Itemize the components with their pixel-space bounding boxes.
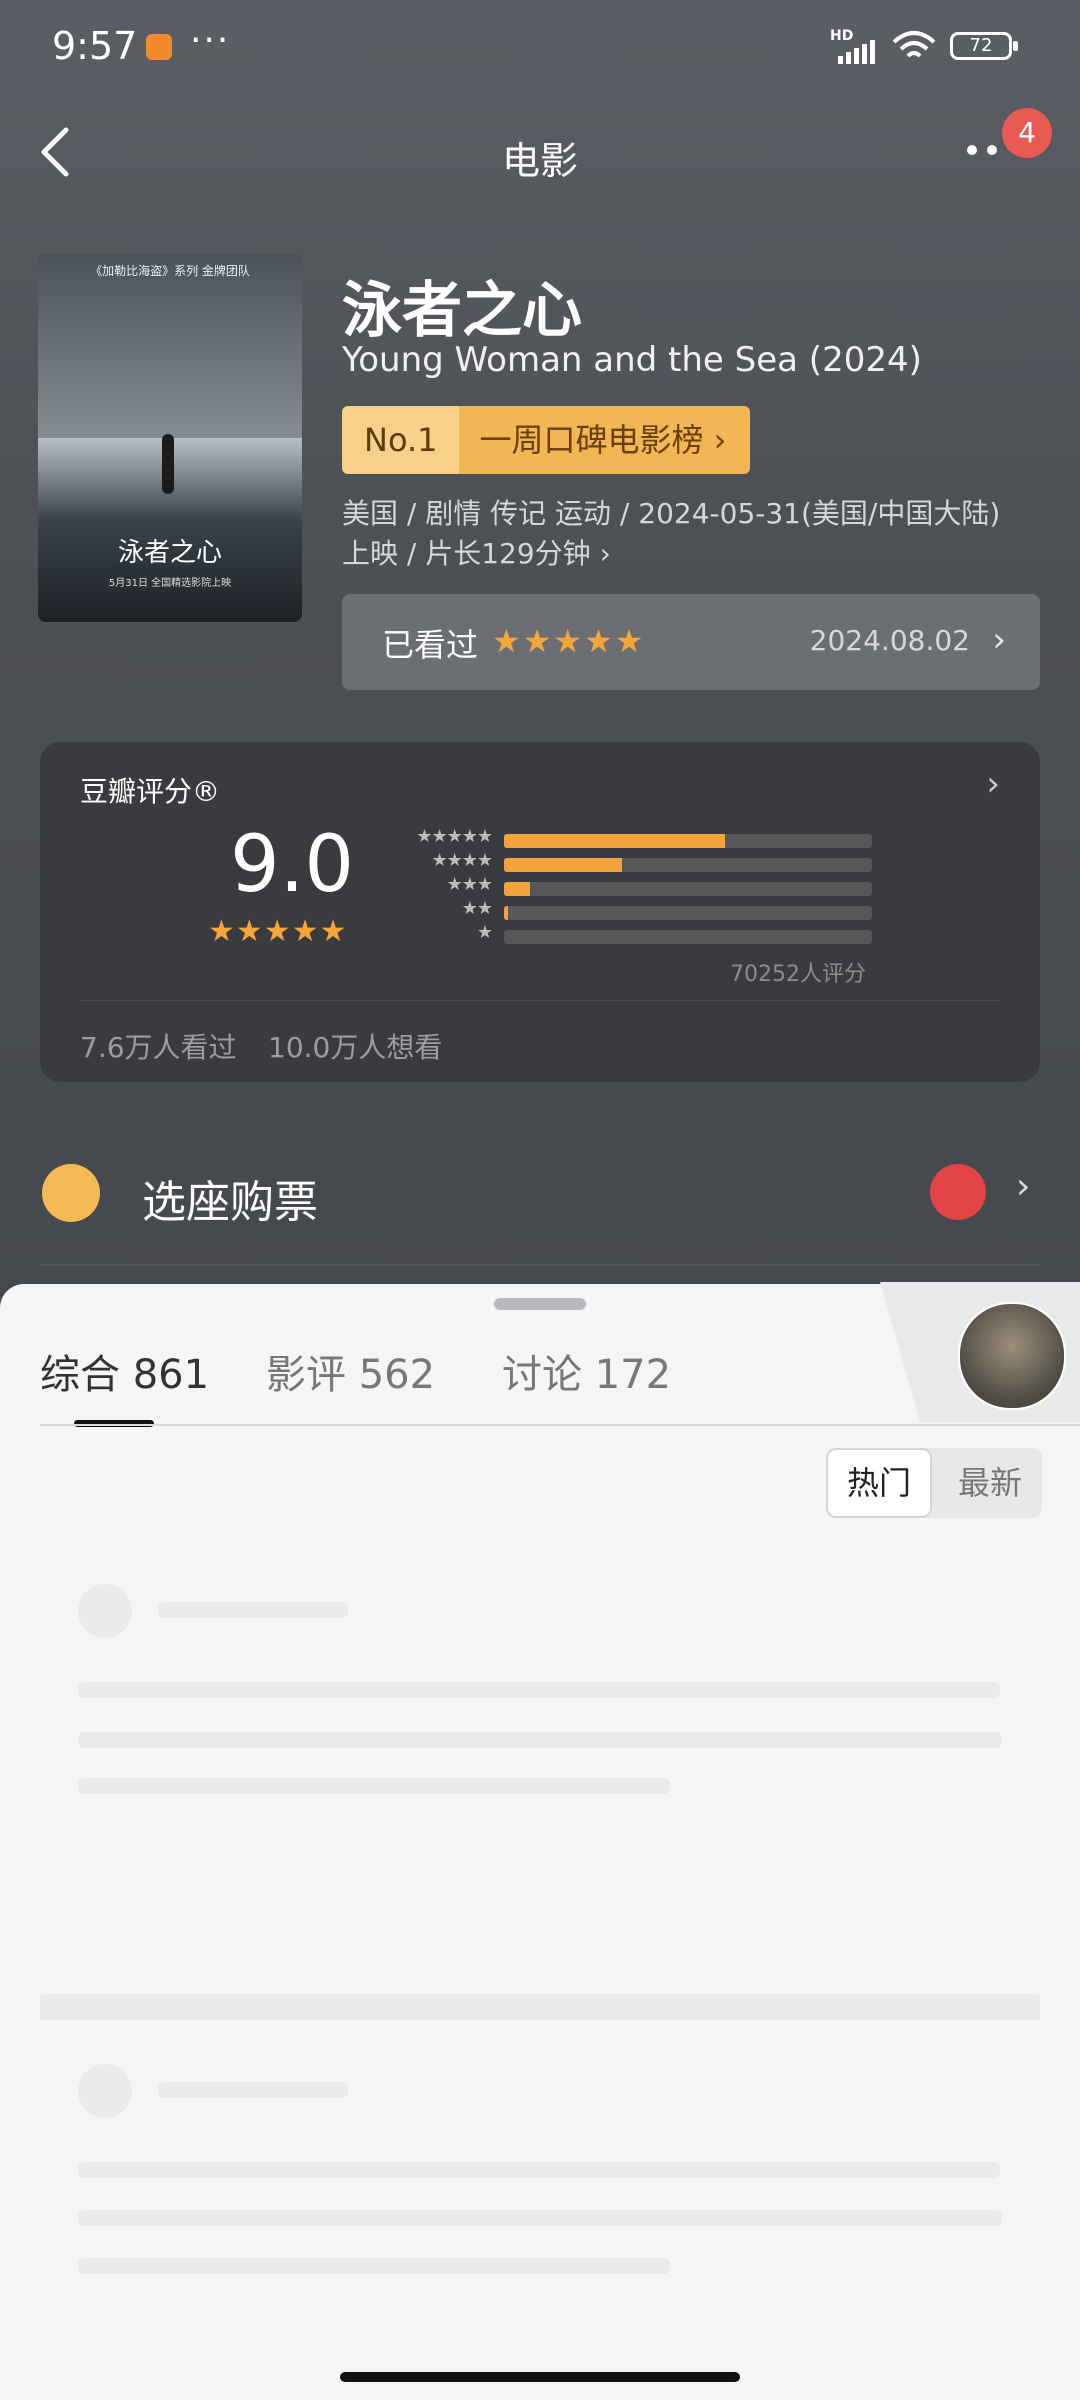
douban-rating-card[interactable]: 豆瓣评分® › 9.0 ★★★★★ ★★★★★ ★★★★ ★★★ ★★ ★ 70… [40, 742, 1040, 1082]
movie-poster[interactable]: 《加勒比海盗》系列 金牌团队 泳者之心 5月31日 全国精选影院上映 [38, 254, 302, 622]
divider [80, 1000, 1000, 1001]
skeleton-line [78, 1732, 1002, 1748]
ranking-badge[interactable]: No.1 一周口碑电影榜 › [342, 406, 751, 474]
rating-stars: ★★★★★ [208, 914, 348, 949]
signal-icon [838, 40, 875, 64]
status-more-dots: ··· [190, 20, 231, 61]
tab-label: 综合 861 [40, 1352, 210, 1398]
rating-bar-fill [504, 906, 508, 920]
watched-status-card[interactable]: 已看过 ★★★★★ 2024.08.02 › [342, 594, 1040, 690]
drag-handle[interactable] [494, 1298, 586, 1310]
rating-bar [504, 834, 872, 848]
rating-count: 70252人评分 [730, 962, 866, 987]
sort-hot-button[interactable]: 热门 [826, 1448, 932, 1518]
skeleton-line [158, 1602, 348, 1618]
rating-row: ★ [390, 922, 872, 950]
row-stars: ★ [476, 922, 493, 943]
skeleton-avatar [78, 2064, 132, 2118]
rating-bar [504, 906, 872, 920]
chevron-right-icon: › [1016, 1166, 1031, 1207]
chevron-right-icon: › [992, 620, 1006, 660]
status-time: 9:57 [52, 24, 138, 68]
buy-tickets-row[interactable]: 选座购票 › [0, 1140, 1080, 1266]
rating-bar [504, 930, 872, 944]
row-stars: ★★★★ [431, 850, 493, 871]
buy-tickets-label: 选座购票 [142, 1177, 318, 1228]
watched-label: 已看过 [382, 626, 479, 664]
mi-app-icon [146, 34, 172, 60]
row-stars: ★★★ [446, 874, 493, 895]
rating-bar [504, 882, 872, 896]
skeleton-line [78, 1778, 670, 1794]
rating-distribution: ★★★★★ ★★★★ ★★★ ★★ ★ [390, 826, 872, 950]
movie-title: 泳者之心 [342, 276, 582, 346]
ticket-icon [42, 1164, 100, 1222]
page-title: 电影 [501, 139, 578, 183]
battery-icon: 72 [950, 32, 1018, 60]
skeleton-avatar [78, 1584, 132, 1638]
skeleton-line [78, 2162, 1000, 2178]
movie-original-title: Young Woman and the Sea (2024) [342, 340, 922, 380]
row-stars: ★★ [461, 898, 493, 919]
rank-number: No.1 [342, 406, 460, 474]
wifi-icon [892, 31, 936, 58]
poster-tagline: 《加勒比海盗》系列 金牌团队 [90, 264, 250, 278]
rating-row: ★★ [390, 898, 872, 926]
skeleton-separator [40, 1994, 1040, 2020]
poster-swimmer-figure [162, 434, 174, 494]
tab-overall[interactable]: 综合 861 [40, 1342, 210, 1427]
watched-date: 2024.08.02 [809, 624, 970, 657]
top-nav: 电影 4 [0, 96, 1080, 216]
rank-list-label: 一周口碑电影榜 › [459, 406, 751, 474]
rating-score: 9.0 [230, 820, 355, 910]
poster-title: 泳者之心 [117, 538, 222, 568]
avatar[interactable] [958, 1302, 1066, 1410]
poster-release-date: 5月31日 全国精选影院上映 [108, 578, 232, 589]
tab-label: 讨论 172 [502, 1352, 672, 1398]
skeleton-line [78, 2258, 670, 2274]
rating-bar-fill [504, 858, 622, 872]
status-bar: 9:57 ··· HD 72 [0, 0, 1080, 96]
tab-divider [40, 1424, 1080, 1426]
skeleton-line [78, 2210, 1002, 2226]
notification-badge[interactable]: 4 [1002, 108, 1052, 158]
home-indicator[interactable] [340, 2372, 740, 2382]
rating-bar [504, 858, 872, 872]
movie-meta[interactable]: 美国 / 剧情 传记 运动 / 2024-05-31(美国/中国大陆) 上映 /… [342, 494, 1042, 574]
movie-meta-line1: 美国 / 剧情 传记 运动 / 2024-05-31(美国/中国大陆) [342, 497, 1001, 530]
tab-reviews[interactable]: 影评 562 [266, 1342, 435, 1400]
seen-count[interactable]: 7.6万人看过 [80, 1026, 237, 1066]
rating-bar-fill [504, 834, 725, 848]
skeleton-line [158, 2082, 348, 2098]
chevron-right-icon[interactable]: › [986, 764, 1000, 804]
row-stars: ★★★★★ [416, 826, 493, 847]
rating-bar-fill [504, 882, 530, 896]
tab-discussions[interactable]: 讨论 172 [502, 1342, 671, 1400]
skeleton-line [78, 1682, 1000, 1698]
movie-meta-line2: 上映 / 片长129分钟 › [342, 537, 611, 570]
poster-sky [38, 254, 302, 457]
want-count[interactable]: 10.0万人想看 [268, 1026, 442, 1066]
my-rating-stars: ★★★★★ [492, 622, 646, 660]
rating-label: 豆瓣评分® [80, 775, 221, 808]
divider [40, 1264, 1040, 1266]
sort-toggle: 热门 最新 [826, 1448, 1042, 1518]
tab-label: 影评 562 [266, 1352, 436, 1398]
maoyan-cat-icon [930, 1164, 986, 1220]
sort-new-button[interactable]: 最新 [938, 1448, 1042, 1518]
